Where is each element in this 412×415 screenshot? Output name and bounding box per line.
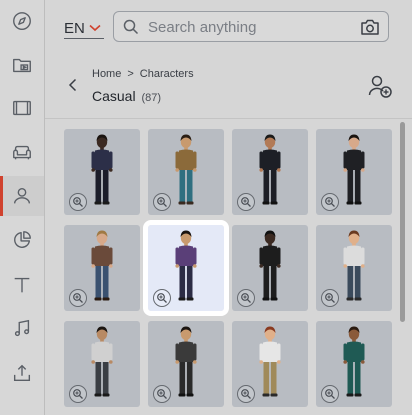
- zoom-in-icon[interactable]: [153, 193, 171, 211]
- search-icon: [123, 19, 139, 35]
- breadcrumb-home[interactable]: Home: [92, 68, 121, 80]
- character-card[interactable]: [232, 321, 308, 407]
- character-card[interactable]: [316, 321, 392, 407]
- zoom-in-icon[interactable]: [237, 193, 255, 211]
- sidebar-item-upload[interactable]: [0, 353, 44, 393]
- back-arrow-icon[interactable]: [65, 77, 81, 93]
- media-folder-icon: [13, 58, 31, 73]
- character-card[interactable]: [232, 129, 308, 215]
- breadcrumb-characters[interactable]: Characters: [140, 68, 194, 80]
- sidebar-item-props[interactable]: [0, 132, 44, 172]
- page-title-text: Casual: [92, 88, 136, 104]
- language-selector[interactable]: EN: [64, 18, 104, 39]
- character-card[interactable]: [148, 129, 224, 215]
- sidebar-item-characters[interactable]: [0, 176, 44, 216]
- character-card[interactable]: [64, 129, 140, 215]
- zoom-in-icon[interactable]: [321, 385, 339, 403]
- page-title: Casual (87): [92, 88, 161, 104]
- zoom-in-icon[interactable]: [153, 289, 171, 307]
- sidebar-item-text[interactable]: [0, 265, 44, 305]
- character-card[interactable]: [148, 321, 224, 407]
- camera-icon[interactable]: [360, 18, 380, 36]
- breadcrumb: Home > Characters: [92, 68, 194, 80]
- sidebar-item-charts[interactable]: [0, 220, 44, 260]
- zoom-in-icon[interactable]: [69, 193, 87, 211]
- character-card[interactable]: [64, 321, 140, 407]
- compass-icon: [13, 12, 31, 30]
- app-window: EN Home > Characters Casual (87): [0, 0, 412, 415]
- zoom-in-icon[interactable]: [321, 193, 339, 211]
- sidebar-item-video[interactable]: [0, 88, 44, 128]
- sidebar-item-explore[interactable]: [0, 1, 44, 41]
- zoom-in-icon[interactable]: [237, 289, 255, 307]
- breadcrumb-separator: >: [127, 68, 134, 80]
- pie-chart-icon: [14, 231, 31, 248]
- add-character-icon[interactable]: [367, 73, 393, 99]
- upload-icon: [13, 364, 31, 382]
- sidebar-item-media[interactable]: [0, 45, 44, 85]
- scrollbar[interactable]: [400, 122, 405, 322]
- zoom-in-icon[interactable]: [69, 289, 87, 307]
- music-icon: [14, 319, 30, 337]
- character-grid: [45, 118, 412, 415]
- film-icon: [13, 100, 31, 116]
- zoom-in-icon[interactable]: [321, 289, 339, 307]
- character-card[interactable]: [64, 225, 140, 311]
- character-card[interactable]: [143, 220, 229, 316]
- zoom-in-icon[interactable]: [69, 385, 87, 403]
- zoom-in-icon[interactable]: [153, 385, 171, 403]
- chevron-down-icon: [89, 24, 101, 32]
- sofa-icon: [13, 145, 31, 160]
- language-label: EN: [64, 19, 85, 37]
- character-card[interactable]: [316, 225, 392, 311]
- user-icon: [13, 187, 31, 204]
- search-input[interactable]: [146, 16, 350, 39]
- item-count: (87): [141, 92, 162, 104]
- sidebar-item-music[interactable]: [0, 309, 44, 349]
- character-card[interactable]: [232, 225, 308, 311]
- sidebar: [0, 0, 45, 415]
- main-panel: EN Home > Characters Casual (87): [45, 0, 412, 415]
- search-bar: [113, 11, 389, 42]
- character-card[interactable]: [316, 129, 392, 215]
- zoom-in-icon[interactable]: [237, 385, 255, 403]
- text-icon: [14, 277, 30, 293]
